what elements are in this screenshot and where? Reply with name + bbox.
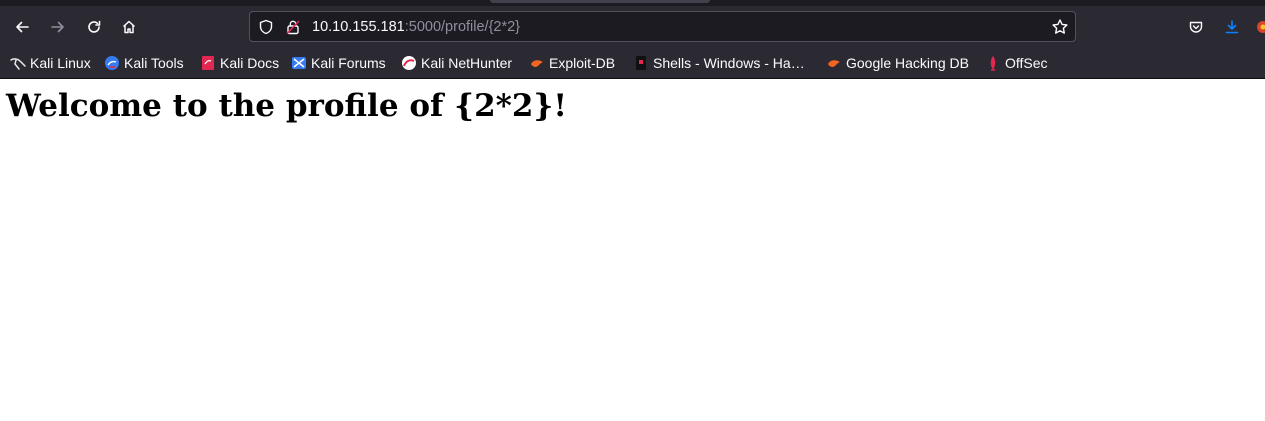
bookmark-label: Kali Linux — [30, 55, 91, 71]
kali-forums-icon — [292, 57, 306, 69]
bookmark-kali-tools[interactable]: Kali Tools — [104, 54, 184, 72]
bookmark-offsec[interactable]: OffSec — [985, 54, 1048, 72]
bookmark-label: Kali Docs — [220, 55, 280, 71]
url-text[interactable]: 10.10.155.181:5000/profile/{2*2} — [312, 18, 520, 36]
exploit-db-icon — [531, 60, 543, 67]
pocket-icon — [1189, 21, 1203, 33]
pocket-button[interactable] — [1183, 14, 1209, 40]
star-icon[interactable] — [1051, 18, 1069, 36]
offsec-icon — [990, 56, 996, 71]
bookmark-kali-docs[interactable]: Kali Docs — [200, 54, 279, 72]
shield-icon[interactable] — [258, 19, 274, 35]
bookmark-kali-forums[interactable]: Kali Forums — [291, 54, 386, 72]
browser-chrome: 10.10.155.181:5000/profile/{2*2} Kali Li… — [0, 0, 1265, 79]
forward-button[interactable] — [45, 14, 71, 40]
reload-icon — [88, 20, 101, 33]
kali-dragon-icon — [10, 58, 26, 70]
back-button[interactable] — [9, 14, 35, 40]
back-icon — [16, 21, 29, 33]
bookmark-label: Kali NetHunter — [421, 55, 513, 71]
url-path: :5000/profile/{2*2} — [404, 19, 521, 35]
reload-button[interactable] — [81, 14, 107, 40]
bookmark-label: Kali Tools — [124, 55, 184, 71]
shells-icon — [636, 56, 646, 70]
bookmarks-toolbar: Kali Linux Kali Tools Kali Docs Kali For… — [0, 48, 1265, 78]
bookmark-kali-linux[interactable]: Kali Linux — [10, 54, 91, 72]
kali-tools-icon — [105, 56, 119, 70]
bookmark-google-hacking-db[interactable]: Google Hacking DB — [826, 54, 969, 72]
page-heading: Welcome to the profile of {2*2}! — [6, 88, 567, 124]
bookmark-kali-nethunter[interactable]: Kali NetHunter — [401, 54, 512, 72]
page-content: Welcome to the profile of {2*2}! — [0, 79, 1265, 421]
bookmark-label: Kali Forums — [311, 55, 386, 71]
nethunter-icon — [402, 56, 416, 70]
home-icon — [122, 20, 136, 34]
extension-button[interactable] — [1255, 14, 1265, 40]
downloads-button[interactable] — [1219, 14, 1245, 40]
bookmark-label: Google Hacking DB — [846, 55, 969, 71]
navigation-toolbar: 10.10.155.181:5000/profile/{2*2} — [0, 6, 1265, 48]
url-host: 10.10.155.181 — [312, 19, 405, 35]
kali-docs-icon — [202, 56, 214, 70]
forward-icon — [51, 21, 64, 33]
bookmark-label: Shells - Windows - Ha… — [653, 55, 805, 71]
address-bar[interactable]: 10.10.155.181:5000/profile/{2*2} — [249, 11, 1076, 42]
bookmark-shells-windows[interactable]: Shells - Windows - Ha… — [633, 54, 805, 72]
extension-icon — [1257, 21, 1265, 33]
bookmark-label: OffSec — [1005, 55, 1048, 71]
active-tab[interactable] — [490, 0, 710, 3]
ghdb-icon — [828, 60, 840, 67]
download-icon — [1225, 20, 1239, 34]
bookmark-label: Exploit-DB — [549, 55, 616, 71]
home-button[interactable] — [116, 14, 142, 40]
bookmark-exploit-db[interactable]: Exploit-DB — [529, 54, 615, 72]
lock-icon[interactable] — [285, 19, 301, 35]
